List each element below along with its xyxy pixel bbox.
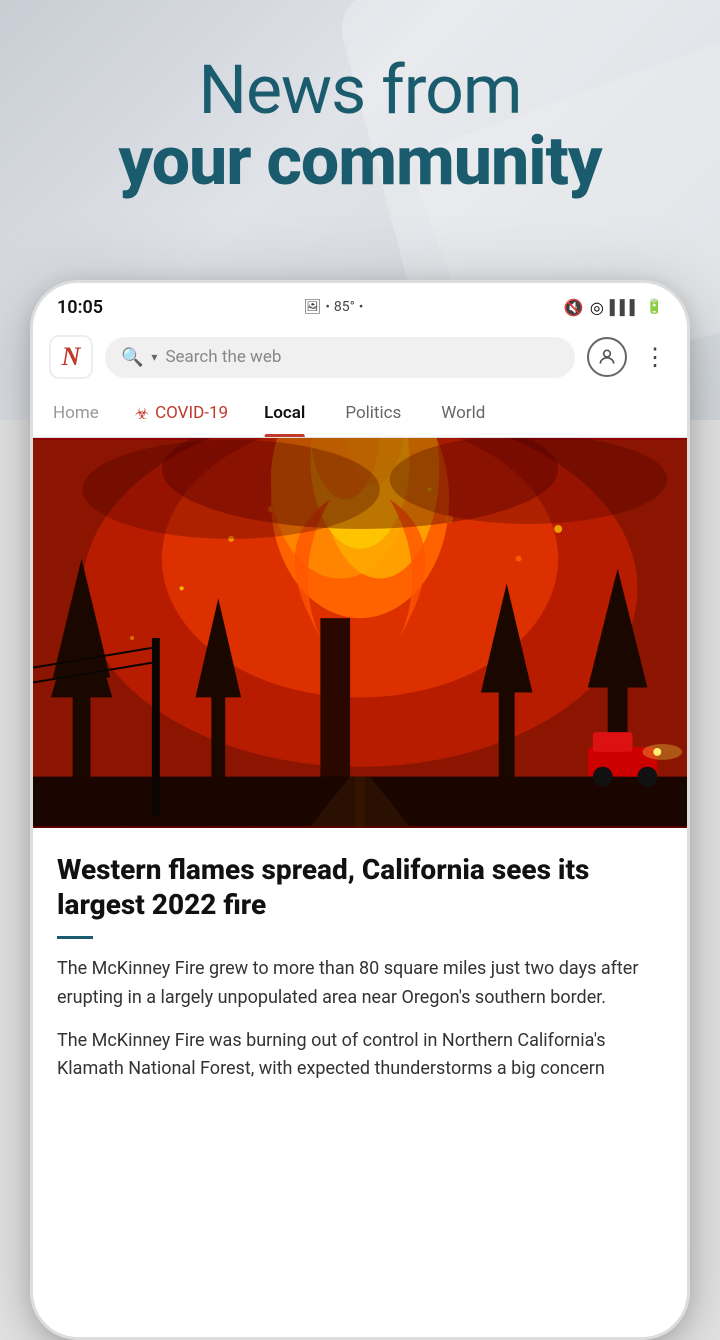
status-bar: 10:05 🖼 • 85° • 🔇 ◎ ▌▌▌ 🔋 xyxy=(33,283,687,327)
tab-politics[interactable]: Politics xyxy=(325,389,421,437)
tab-covid-label: COVID-19 xyxy=(155,403,228,423)
status-center: 🖼 • 85° • xyxy=(304,299,364,315)
status-dot2: • xyxy=(359,300,363,315)
dropdown-arrow-icon: ▾ xyxy=(151,350,157,364)
tab-local[interactable]: Local xyxy=(244,389,325,437)
headline-line2: your community xyxy=(0,126,720,197)
nav-tabs: Home ☣ COVID-19 Local Politics World xyxy=(33,389,687,438)
search-bar[interactable]: 🔍 ▾ Search the web xyxy=(105,337,575,378)
tab-home[interactable]: Home xyxy=(33,389,119,437)
covid-icon: ☣ xyxy=(135,404,149,423)
address-bar: N 🔍 ▾ Search the web ⋮ xyxy=(33,327,687,389)
mute-icon: 🔇 xyxy=(564,298,584,317)
fire-svg xyxy=(33,438,687,828)
search-input[interactable]: Search the web xyxy=(165,347,559,367)
phone-mockup: 10:05 🖼 • 85° • 🔇 ◎ ▌▌▌ 🔋 N 🔍 ▾ Search t… xyxy=(30,280,690,1340)
article-title: Western flames spread, California sees i… xyxy=(57,852,663,922)
headline-area: News from your community xyxy=(0,55,720,198)
article-image xyxy=(33,438,687,828)
article-body-1: The McKinney Fire grew to more than 80 s… xyxy=(57,955,663,1013)
status-icons: 🔇 ◎ ▌▌▌ 🔋 xyxy=(564,298,663,317)
wifi-icon: ◎ xyxy=(590,298,604,317)
tab-covid[interactable]: ☣ COVID-19 xyxy=(119,389,244,437)
status-temp: 85° xyxy=(334,299,355,315)
signal-icon: ▌▌▌ xyxy=(610,299,640,316)
article-content: Western flames spread, California sees i… xyxy=(33,828,687,1104)
article-divider xyxy=(57,936,93,939)
search-icon: 🔍 xyxy=(121,347,143,368)
status-time: 10:05 xyxy=(57,297,103,318)
status-photo-icon: 🖼 xyxy=(304,299,322,315)
user-icon-button[interactable] xyxy=(587,337,627,377)
tab-world[interactable]: World xyxy=(421,389,505,437)
headline-line1: News from xyxy=(0,55,720,126)
battery-icon: 🔋 xyxy=(646,299,663,315)
status-dot1: • xyxy=(325,300,329,315)
article-body-2: The McKinney Fire was burning out of con… xyxy=(57,1027,663,1085)
nc-logo[interactable]: N xyxy=(49,335,93,379)
more-options-button[interactable]: ⋮ xyxy=(639,339,671,375)
